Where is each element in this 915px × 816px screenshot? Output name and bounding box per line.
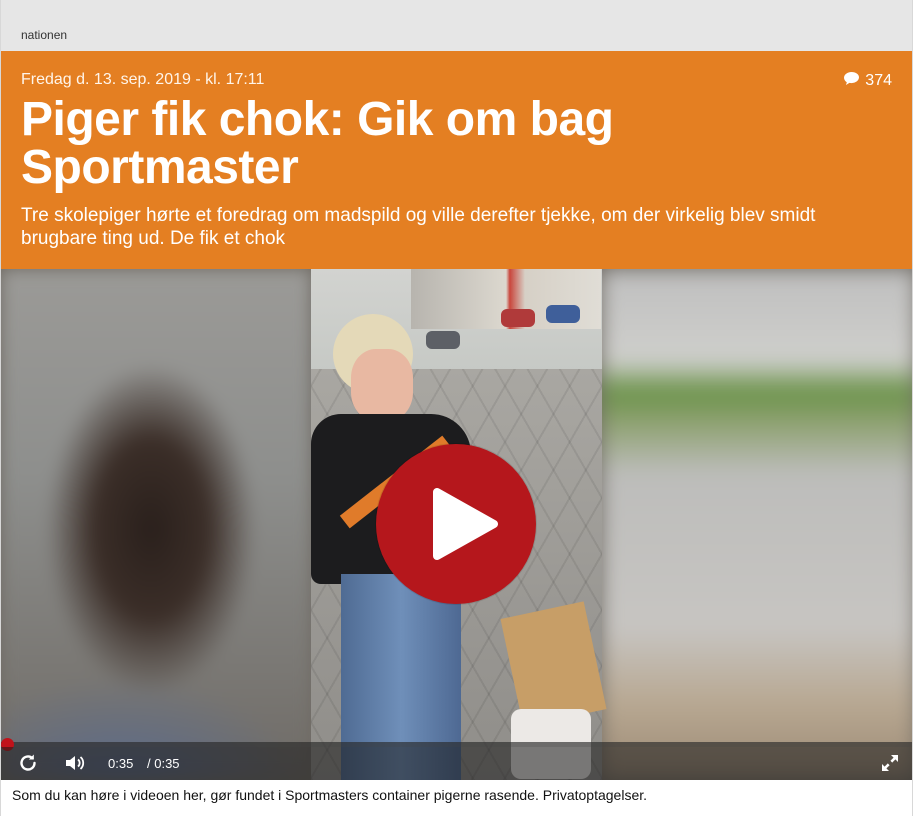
video-car bbox=[546, 305, 580, 323]
article-header: Fredag d. 13. sep. 2019 - kl. 17:11 374 … bbox=[1, 51, 912, 269]
control-bar: 0:35 / 0:35 bbox=[1, 747, 912, 780]
comment-link[interactable]: 374 bbox=[843, 71, 892, 91]
comment-count: 374 bbox=[865, 72, 892, 89]
comment-bubble-icon bbox=[843, 71, 860, 91]
current-time: 0:35 bbox=[108, 756, 134, 771]
volume-icon bbox=[66, 756, 85, 770]
fullscreen-button[interactable] bbox=[876, 750, 904, 776]
section-label[interactable]: nationen bbox=[21, 28, 67, 42]
video-caption: Som du kan høre i videoen her, gør funde… bbox=[12, 787, 648, 803]
headline: Piger fik chok: Gik om bag Sportmaster bbox=[21, 93, 614, 194]
video-blur-right bbox=[601, 269, 912, 780]
fullscreen-icon bbox=[882, 755, 898, 771]
video-car bbox=[501, 309, 535, 327]
video-person-face bbox=[351, 349, 413, 421]
video-blur-left bbox=[1, 269, 311, 780]
replay-button[interactable] bbox=[14, 750, 42, 776]
replay-icon bbox=[20, 754, 36, 771]
play-button[interactable] bbox=[376, 444, 536, 604]
page: nationen Fredag d. 13. sep. 2019 - kl. 1… bbox=[0, 0, 913, 816]
volume-button[interactable] bbox=[61, 750, 89, 776]
top-bar: nationen bbox=[1, 0, 912, 51]
video-car bbox=[426, 331, 460, 349]
duration: / 0:35 bbox=[147, 756, 180, 771]
play-icon bbox=[433, 488, 498, 560]
article-lead: Tre skolepiger hørte et foredrag om mads… bbox=[21, 205, 816, 249]
meta-row: Fredag d. 13. sep. 2019 - kl. 17:11 374 bbox=[21, 71, 892, 91]
video-player[interactable]: 0:35 / 0:35 bbox=[1, 269, 912, 780]
publish-date: Fredag d. 13. sep. 2019 - kl. 17:11 bbox=[21, 71, 265, 88]
